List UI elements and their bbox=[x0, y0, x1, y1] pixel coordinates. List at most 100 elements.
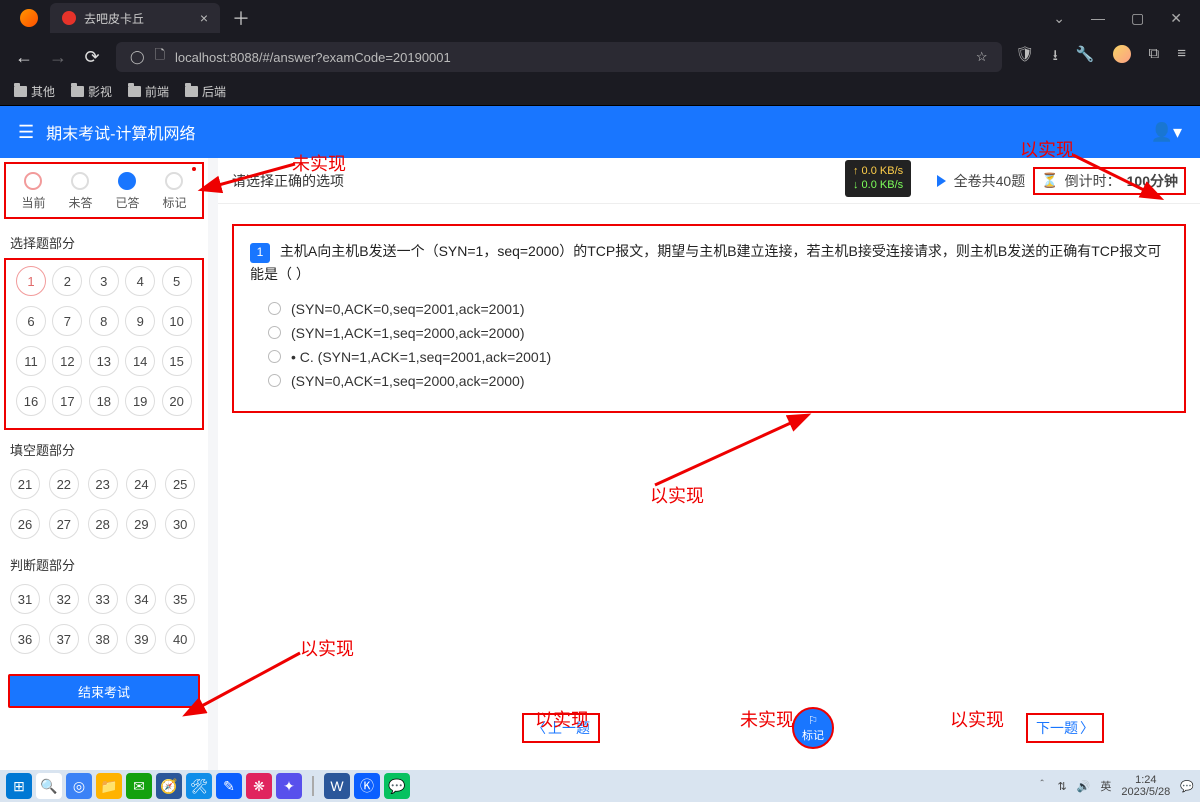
question-number-button[interactable]: 22 bbox=[49, 469, 79, 499]
question-number-button[interactable]: 16 bbox=[16, 386, 46, 416]
bookmark-folder[interactable]: 前端 bbox=[128, 83, 169, 100]
tray-notification-icon[interactable]: 💬 bbox=[1180, 780, 1194, 793]
start-button[interactable]: ⊞ bbox=[6, 773, 32, 799]
taskbar-app-icon[interactable]: ✎ bbox=[216, 773, 242, 799]
taskbar-app-icon[interactable]: Ⓚ bbox=[354, 773, 380, 799]
taskbar-app-icon[interactable]: ✦ bbox=[276, 773, 302, 799]
tray-volume-icon[interactable]: 🔊 bbox=[1077, 780, 1091, 793]
window-dropdown-icon[interactable]: ⌄ bbox=[1053, 10, 1065, 27]
question-number-button[interactable]: 13 bbox=[89, 346, 119, 376]
windows-taskbar: ⊞ 🔍 ◎ 📁 ✉ 🧭 🛠 ✎ ❋ ✦ W Ⓚ 💬 ＾ ⇅ 🔊 英 1:24 2… bbox=[0, 770, 1200, 802]
question-number-button[interactable]: 19 bbox=[125, 386, 155, 416]
legend-marked-label: 标记 bbox=[162, 194, 186, 211]
question-number-button[interactable]: 40 bbox=[165, 624, 195, 654]
url-input[interactable]: ◯ 🗋 localhost:8088/#/answer?examCode=201… bbox=[116, 42, 1002, 72]
question-number-button[interactable]: 7 bbox=[52, 306, 82, 336]
question-number-button[interactable]: 29 bbox=[126, 509, 156, 539]
taskbar-app-icon[interactable]: 📁 bbox=[96, 773, 122, 799]
tray-wifi-icon[interactable]: ⇅ bbox=[1057, 780, 1066, 793]
download-icon[interactable]: ⭳ bbox=[1053, 45, 1058, 70]
question-number-button[interactable]: 5 bbox=[162, 266, 192, 296]
question-number-button[interactable]: 11 bbox=[16, 346, 46, 376]
close-tab-icon[interactable]: × bbox=[200, 10, 208, 26]
lock-icon: 🗋 bbox=[155, 46, 165, 68]
app-header: ☰ 期末考试-计算机网络 👤▾ bbox=[0, 106, 1200, 158]
search-icon[interactable]: 🔍 bbox=[36, 773, 62, 799]
question-number-button[interactable]: 17 bbox=[52, 386, 82, 416]
select-prompt: 请选择正确的选项 bbox=[232, 171, 344, 191]
protection-icon[interactable]: 🛡 bbox=[1016, 45, 1035, 70]
question-number-button[interactable]: 20 bbox=[162, 386, 192, 416]
question-number-button[interactable]: 1 bbox=[16, 266, 46, 296]
reload-button[interactable]: ⟳ bbox=[82, 47, 102, 68]
user-menu[interactable]: 👤▾ bbox=[1151, 122, 1182, 143]
question-number-button[interactable]: 24 bbox=[126, 469, 156, 499]
answer-option[interactable]: (SYN=1,ACK=1,seq=2000,ack=2000) bbox=[250, 321, 1168, 345]
question-number-button[interactable]: 6 bbox=[16, 306, 46, 336]
question-number-button[interactable]: 27 bbox=[49, 509, 79, 539]
question-number-button[interactable]: 28 bbox=[88, 509, 118, 539]
radio-icon bbox=[268, 374, 281, 387]
window-close-icon[interactable]: ✕ bbox=[1170, 10, 1182, 27]
question-number-button[interactable]: 37 bbox=[49, 624, 79, 654]
question-number-button[interactable]: 33 bbox=[88, 584, 118, 614]
question-number-button[interactable]: 4 bbox=[125, 266, 155, 296]
taskbar-app-icon[interactable]: ◎ bbox=[66, 773, 92, 799]
question-number-button[interactable]: 18 bbox=[89, 386, 119, 416]
question-number-button[interactable]: 9 bbox=[125, 306, 155, 336]
taskbar-app-icon[interactable]: ❋ bbox=[246, 773, 272, 799]
question-number-button[interactable]: 12 bbox=[52, 346, 82, 376]
taskbar-app-icon[interactable]: 🧭 bbox=[156, 773, 182, 799]
tray-chevron-icon[interactable]: ＾ bbox=[1036, 778, 1047, 794]
answer-option[interactable]: (SYN=0,ACK=1,seq=2000,ack=2000) bbox=[250, 369, 1168, 393]
tools-icon[interactable]: 🔧 bbox=[1076, 45, 1095, 70]
question-number-button[interactable]: 36 bbox=[10, 624, 40, 654]
tray-ime[interactable]: 英 bbox=[1100, 778, 1111, 794]
question-number-button[interactable]: 31 bbox=[10, 584, 40, 614]
question-number-button[interactable]: 25 bbox=[165, 469, 195, 499]
section-choice-title: 选择题部分 bbox=[0, 227, 208, 258]
window-maximize-icon[interactable]: ▢ bbox=[1131, 10, 1144, 27]
taskbar-app-icon[interactable]: 🛠 bbox=[186, 773, 212, 799]
forward-button[interactable]: → bbox=[48, 47, 68, 68]
taskbar-word-icon[interactable]: W bbox=[324, 773, 350, 799]
question-number-button[interactable]: 39 bbox=[126, 624, 156, 654]
new-tab-button[interactable]: ＋ bbox=[232, 5, 250, 31]
question-number-button[interactable]: 26 bbox=[10, 509, 40, 539]
fold-menu-icon[interactable]: ☰ bbox=[18, 122, 34, 143]
question-number-button[interactable]: 35 bbox=[165, 584, 195, 614]
question-number-button[interactable]: 3 bbox=[89, 266, 119, 296]
question-number-button[interactable]: 32 bbox=[49, 584, 79, 614]
url-text: localhost:8088/#/answer?examCode=2019000… bbox=[175, 50, 451, 65]
question-number-button[interactable]: 34 bbox=[126, 584, 156, 614]
extensions-icon[interactable]: ⧉ bbox=[1149, 45, 1160, 70]
window-minimize-icon[interactable]: — bbox=[1091, 10, 1105, 27]
account-avatar-icon[interactable] bbox=[1113, 45, 1131, 63]
browser-tab[interactable]: 去吧皮卡丘 × bbox=[50, 3, 220, 33]
bookmark-folder[interactable]: 其他 bbox=[14, 83, 55, 100]
bookmark-folder[interactable]: 影视 bbox=[71, 83, 112, 100]
bookmark-folder[interactable]: 后端 bbox=[185, 83, 226, 100]
answer-option[interactable]: (SYN=0,ACK=0,seq=2001,ack=2001) bbox=[250, 297, 1168, 321]
end-exam-button[interactable]: 结束考试 bbox=[8, 674, 200, 708]
question-number-button[interactable]: 2 bbox=[52, 266, 82, 296]
next-question-button[interactable]: 下一题〉 bbox=[1026, 713, 1104, 743]
question-number-button[interactable]: 38 bbox=[88, 624, 118, 654]
flag-question-button[interactable]: ⚐ 标记 bbox=[792, 707, 834, 749]
app-menu-icon[interactable]: ≡ bbox=[1177, 45, 1186, 70]
bookmark-star-icon[interactable]: ☆ bbox=[976, 49, 988, 65]
taskbar-app-icon[interactable]: ✉ bbox=[126, 773, 152, 799]
question-number-button[interactable]: 15 bbox=[162, 346, 192, 376]
question-number-button[interactable]: 21 bbox=[10, 469, 40, 499]
question-number-button[interactable]: 23 bbox=[88, 469, 118, 499]
back-button[interactable]: ← bbox=[14, 47, 34, 68]
question-number-button[interactable]: 30 bbox=[165, 509, 195, 539]
question-number-button[interactable]: 14 bbox=[125, 346, 155, 376]
question-number-button[interactable]: 10 bbox=[162, 306, 192, 336]
question-number-badge: 1 bbox=[250, 243, 270, 263]
answer-option[interactable]: • C. (SYN=1,ACK=1,seq=2001,ack=2001) bbox=[250, 345, 1168, 369]
taskbar-wechat-icon[interactable]: 💬 bbox=[384, 773, 410, 799]
timer-label: 倒计时： bbox=[1065, 171, 1121, 191]
prev-question-button[interactable]: 〈上一题 bbox=[522, 713, 600, 743]
question-number-button[interactable]: 8 bbox=[89, 306, 119, 336]
